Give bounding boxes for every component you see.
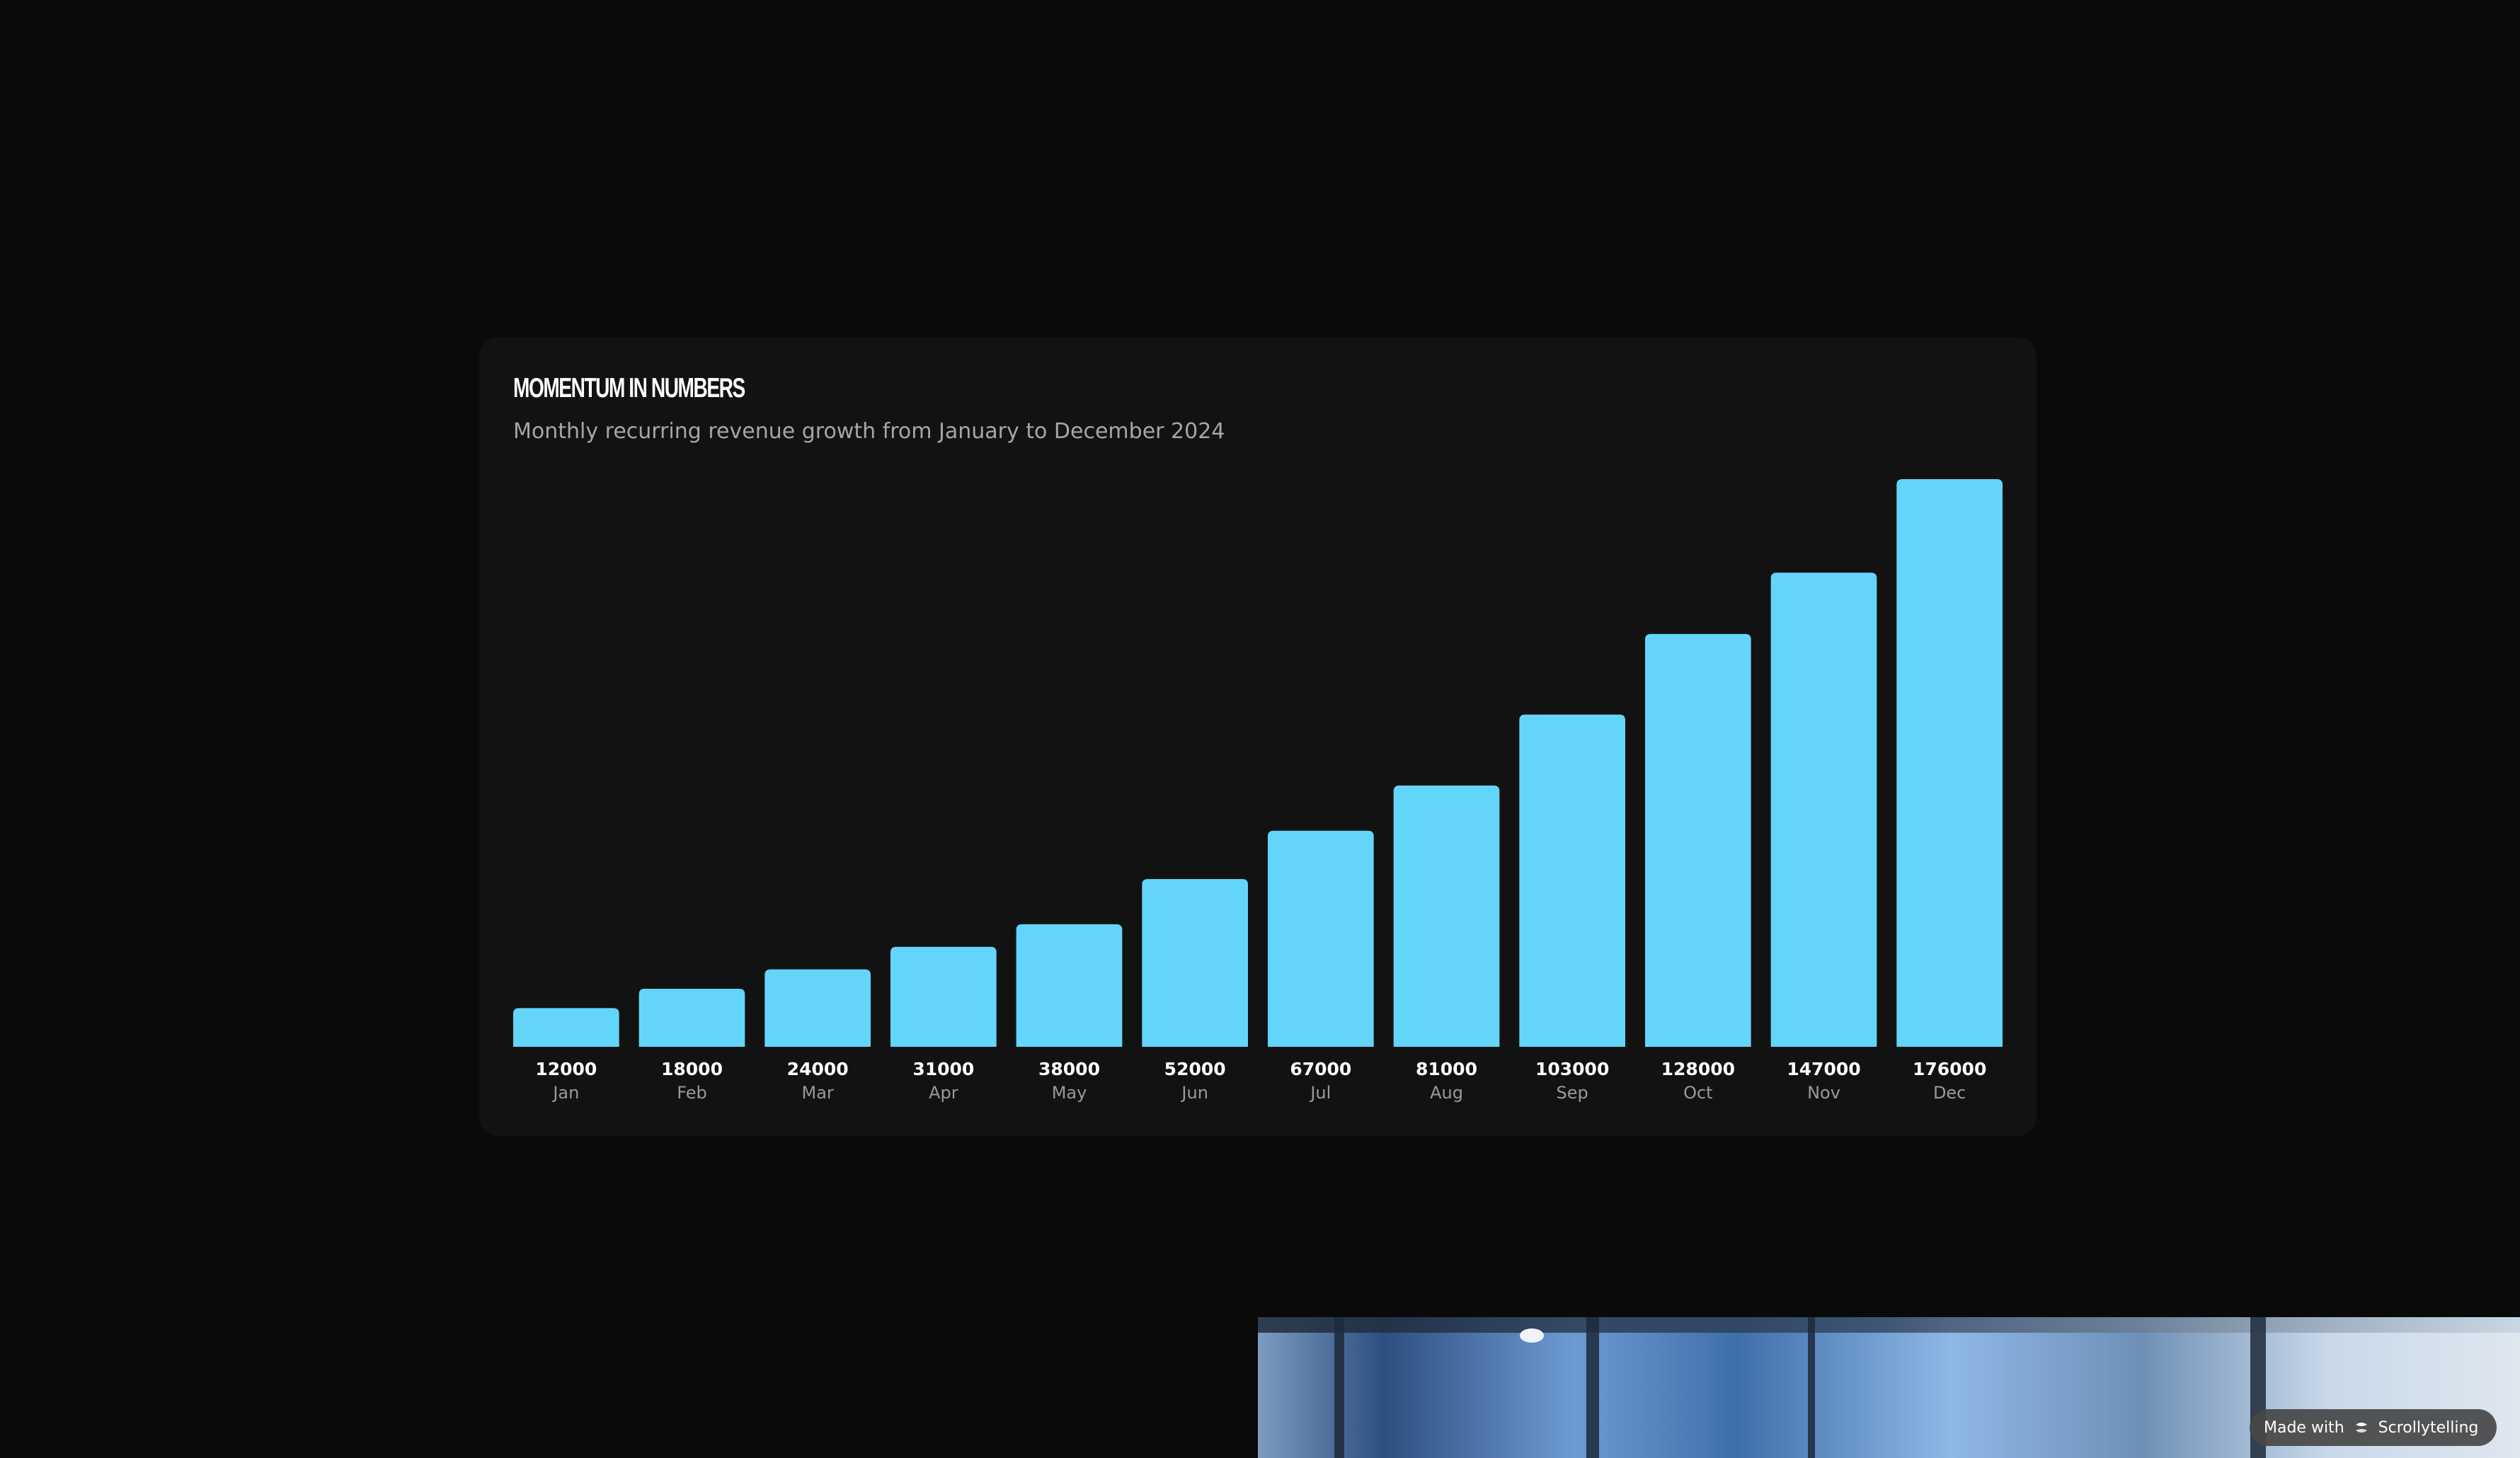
- value-label-apr: 31000: [912, 1059, 974, 1079]
- bar-sep: [1519, 714, 1625, 1047]
- chart-card: MOMENTUM IN NUMBERS Monthly recurring re…: [479, 338, 2037, 1136]
- category-label-feb: Feb: [677, 1083, 707, 1103]
- category-label-nov: Nov: [1807, 1083, 1840, 1103]
- window-mullion: [1808, 1317, 1815, 1458]
- category-labels-group: Jan Feb Mar Apr May Jun Jul Aug Sep Oct Nov Dec: [551, 1083, 1966, 1103]
- value-label-may: 38000: [1038, 1059, 1100, 1079]
- made-with-scrollytelling-badge[interactable]: Made with Scrollytelling: [2250, 1409, 2497, 1446]
- bar-aug: [1393, 785, 1500, 1047]
- value-label-dec: 176000: [1913, 1059, 1986, 1079]
- value-label-jan: 12000: [535, 1059, 597, 1079]
- scrollytelling-logo-icon: [2353, 1419, 2370, 1436]
- bar-jul: [1268, 830, 1374, 1047]
- badge-brand: Scrollytelling: [2378, 1418, 2479, 1437]
- category-label-jan: Jan: [551, 1083, 579, 1103]
- value-label-mar: 24000: [787, 1059, 849, 1079]
- badge-prefix: Made with: [2264, 1418, 2344, 1437]
- bar-oct: [1645, 633, 1751, 1047]
- bar-feb: [638, 988, 745, 1047]
- bar-chart: 12000 18000 24000 31000 38000 52000 67000 81000…: [513, 479, 2003, 1103]
- value-label-nov: 147000: [1787, 1059, 1860, 1079]
- bar-jun: [1142, 879, 1248, 1047]
- category-label-sep: Sep: [1557, 1083, 1588, 1103]
- category-label-oct: Oct: [1683, 1083, 1713, 1103]
- bar-jan: [513, 1008, 619, 1047]
- page: MOMENTUM IN NUMBERS Monthly recurring re…: [0, 0, 2520, 1458]
- ceiling-beam: [1258, 1317, 2520, 1333]
- window-mullion: [1586, 1317, 1599, 1458]
- value-label-sep: 103000: [1535, 1059, 1609, 1079]
- value-label-jun: 52000: [1164, 1059, 1226, 1079]
- bar-nov: [1770, 573, 1877, 1047]
- value-label-feb: 18000: [661, 1059, 723, 1079]
- category-label-aug: Aug: [1430, 1083, 1463, 1103]
- category-label-jun: Jun: [1180, 1083, 1208, 1103]
- value-label-aug: 81000: [1416, 1059, 1477, 1079]
- bar-apr: [890, 946, 997, 1047]
- value-label-oct: 128000: [1661, 1059, 1735, 1079]
- bar-may: [1016, 924, 1123, 1047]
- value-label-jul: 67000: [1290, 1059, 1351, 1079]
- category-label-jul: Jul: [1309, 1083, 1331, 1103]
- bar-mar: [764, 969, 871, 1047]
- bar-dec: [1896, 479, 2003, 1047]
- category-label-may: May: [1052, 1083, 1087, 1103]
- bars-group: [513, 479, 2003, 1047]
- window-mullion: [1334, 1317, 1344, 1458]
- category-label-apr: Apr: [929, 1083, 958, 1103]
- ceiling-light: [1520, 1328, 1544, 1343]
- value-labels-group: 12000 18000 24000 31000 38000 52000 67000 81000…: [535, 1059, 1986, 1079]
- category-label-dec: Dec: [1933, 1083, 1966, 1103]
- category-label-mar: Mar: [802, 1083, 834, 1103]
